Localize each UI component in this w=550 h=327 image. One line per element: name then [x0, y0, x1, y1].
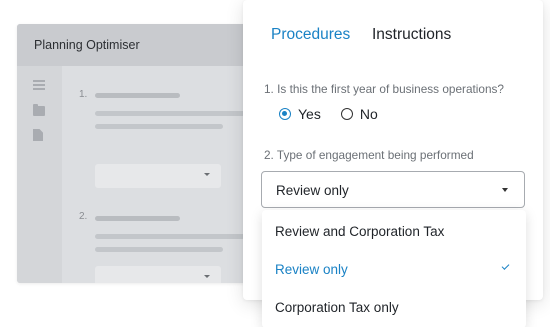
radio-no[interactable]: No [340, 106, 378, 122]
app-header: Planning Optimiser [17, 24, 257, 66]
question-first-year: 1. Is this the first year of business op… [264, 82, 504, 96]
background-app-window: Planning Optimiser 1. 2. [17, 24, 257, 283]
item-number: 2. [79, 211, 88, 222]
tab-procedures[interactable]: Procedures [271, 26, 350, 44]
app-content: 1. 2. [62, 66, 257, 283]
placeholder-line [95, 247, 223, 252]
engagement-type-dropdown: Review and Corporation Tax Review only C… [262, 210, 526, 327]
select-value: Review only [276, 183, 349, 198]
placeholder-line [95, 124, 223, 129]
option-label: Corporation Tax only [275, 300, 399, 315]
placeholder-line [95, 93, 180, 98]
placeholder-line [95, 234, 245, 239]
placeholder-line [95, 111, 245, 116]
question-engagement-type: 2. Type of engagement being performed [264, 148, 474, 162]
radio-no-label: No [359, 106, 378, 122]
dropdown-option-selected[interactable]: Review only [262, 250, 526, 288]
document-icon[interactable] [33, 129, 43, 141]
radio-checked-icon [279, 108, 291, 120]
chevron-down-icon [502, 188, 508, 192]
placeholder-select[interactable] [95, 164, 221, 188]
placeholder-select[interactable] [95, 266, 221, 283]
chevron-down-icon [204, 275, 210, 278]
option-label: Review only [275, 262, 348, 277]
app-title: Planning Optimiser [34, 38, 140, 52]
placeholder-line [95, 216, 180, 221]
item-number: 1. [79, 89, 88, 100]
option-label: Review and Corporation Tax [275, 224, 445, 239]
chevron-down-icon [204, 173, 210, 176]
checkmark-icon [501, 262, 510, 270]
tab-instructions[interactable]: Instructions [372, 26, 451, 44]
radio-yes[interactable]: Yes [279, 106, 321, 122]
radio-unchecked-icon [340, 108, 353, 120]
radio-yes-label: Yes [298, 106, 321, 122]
dropdown-option[interactable]: Review and Corporation Tax [262, 212, 526, 250]
app-sidebar [17, 66, 62, 283]
list-icon[interactable] [33, 80, 45, 90]
dropdown-option[interactable]: Corporation Tax only [262, 288, 526, 326]
first-year-radio-group: Yes No [279, 106, 398, 122]
engagement-type-select[interactable]: Review only [261, 171, 525, 208]
folder-icon[interactable] [33, 104, 45, 116]
